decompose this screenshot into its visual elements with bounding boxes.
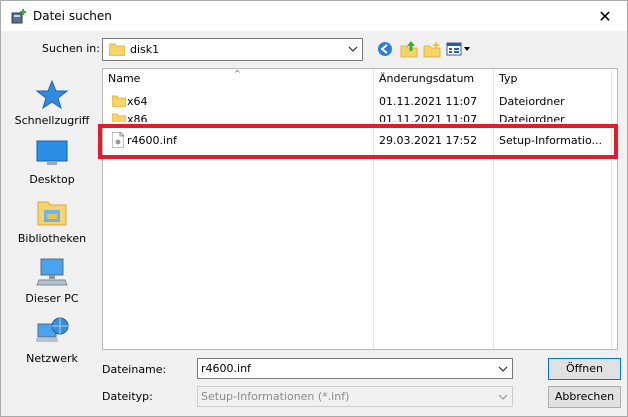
place-network[interactable]: Netzwerk: [9, 316, 95, 365]
view-menu-icon: [446, 42, 470, 56]
column-header-name[interactable]: Name: [103, 69, 373, 89]
close-button[interactable]: ✕: [583, 1, 627, 31]
filename-combo[interactable]: r4600.inf: [197, 358, 513, 379]
file-name: x64: [127, 95, 148, 108]
look-in-combo[interactable]: disk1: [102, 38, 363, 61]
place-quick-access[interactable]: Schnellzugriff: [9, 78, 95, 127]
up-folder-button[interactable]: [399, 39, 419, 59]
filename-value: r4600.inf: [201, 362, 251, 375]
file-date: 01.11.2021 11:07: [379, 113, 478, 122]
place-label: Bibliotheken: [17, 232, 87, 245]
chevron-down-icon: [498, 394, 508, 400]
window-title: Datei suchen: [33, 9, 112, 23]
file-row[interactable]: x64 01.11.2021 11:07 Dateiordner: [103, 93, 617, 111]
chevron-down-icon: [348, 46, 358, 52]
file-name: x86: [127, 113, 148, 122]
open-button[interactable]: Öffnen: [548, 358, 621, 380]
library-icon: [37, 201, 67, 226]
filename-label: Dateiname:: [102, 363, 167, 376]
place-label: Netzwerk: [26, 352, 78, 365]
network-icon: [36, 317, 69, 342]
close-icon: ✕: [598, 6, 612, 26]
up-folder-icon: [400, 41, 418, 58]
place-libraries[interactable]: Bibliotheken: [9, 196, 95, 245]
chevron-down-icon: [498, 366, 508, 372]
back-button[interactable]: [375, 39, 395, 59]
file-type: Dateiordner: [499, 113, 565, 122]
folder-icon: [112, 113, 126, 122]
new-folder-icon: [423, 41, 441, 58]
column-header-date[interactable]: Änderungsdatum: [374, 69, 494, 89]
desktop-icon: [36, 140, 68, 165]
file-row[interactable]: x86 01.11.2021 11:07 Dateiordner: [103, 111, 617, 122]
place-label: Schnellzugriff: [14, 114, 90, 127]
view-menu-button[interactable]: [446, 39, 472, 59]
file-list[interactable]: ^ Name Änderungsdatum Typ x64 01.11.2021…: [102, 68, 618, 350]
computer-icon: [36, 258, 68, 286]
look-in-value: disk1: [130, 43, 160, 56]
title-bar: Datei suchen ✕: [1, 1, 627, 31]
star-icon: [35, 79, 69, 110]
folder-icon: [109, 43, 125, 56]
highlight-box: [98, 124, 618, 159]
filetype-select[interactable]: Setup-Informationen (*.inf): [197, 386, 513, 407]
places-bar: Schnellzugriff Desktop Bibliotheken Dies…: [9, 68, 95, 373]
dialog-app-icon: [11, 9, 26, 24]
filetype-label: Dateityp:: [102, 390, 153, 403]
place-this-pc[interactable]: Dieser PC: [9, 256, 95, 305]
place-label: Desktop: [29, 173, 75, 186]
look-in-label: Suchen in:: [42, 42, 100, 55]
new-folder-button[interactable]: [422, 39, 442, 59]
file-type: Dateiordner: [499, 95, 565, 108]
place-label: Dieser PC: [25, 292, 79, 305]
file-dialog: Datei suchen ✕ Suchen in: disk1 Schnellz…: [0, 0, 628, 417]
folder-icon: [112, 95, 126, 107]
back-arrow-icon: [378, 42, 392, 56]
file-date: 01.11.2021 11:07: [379, 95, 478, 108]
filetype-value: Setup-Informationen (*.inf): [201, 390, 350, 403]
cancel-button[interactable]: Abbrechen: [548, 386, 621, 408]
column-header-type[interactable]: Typ: [494, 69, 610, 89]
place-desktop[interactable]: Desktop: [9, 137, 95, 186]
